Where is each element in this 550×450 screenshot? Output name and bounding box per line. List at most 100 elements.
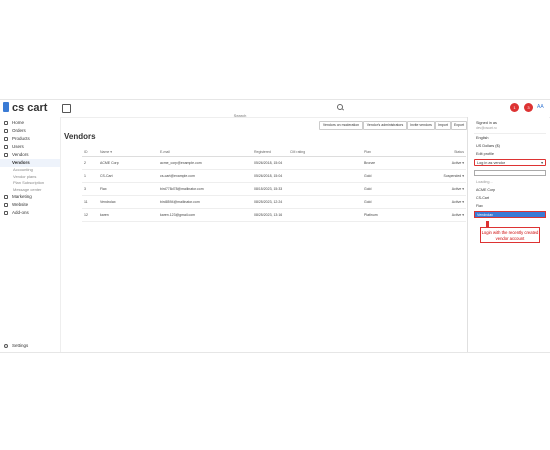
- sidebar-item-vendors[interactable]: Vendors: [0, 151, 60, 159]
- search-bar[interactable]: [145, 104, 345, 120]
- cell-name[interactable]: karen: [98, 208, 158, 222]
- cell-id: 12: [82, 208, 98, 222]
- vendor-option-selected[interactable]: Vendrolax: [474, 211, 546, 218]
- col-header-id[interactable]: ID: [82, 148, 98, 157]
- cell-plan: Platinum: [362, 208, 436, 222]
- cell-registered: 05/26/2018, 15:04: [252, 156, 288, 170]
- vendors-table: ID Name ▾ E-mail Registered CM rating Pl…: [82, 148, 466, 222]
- marketing-icon: [4, 195, 8, 199]
- cell-name[interactable]: Vendrolax: [98, 195, 158, 209]
- search-icon[interactable]: [337, 104, 343, 110]
- signed-in-label: Signed in as: [476, 121, 497, 125]
- cell-registered: 08/25/2023, 13:16: [252, 208, 288, 222]
- cell-email[interactable]: cs-cart@example.com: [158, 169, 252, 183]
- table-row: 1 CS-Cart cs-cart@example.com 05/26/2018…: [82, 169, 466, 183]
- cell-registered: 08/15/2023, 15:33: [252, 182, 288, 196]
- sidebar-item-users[interactable]: Users: [0, 143, 60, 151]
- sidebar: Home Orders Products Users Vendors Vendo…: [0, 117, 61, 352]
- signed-in-email: dev@cscart.ru: [476, 126, 497, 130]
- dropdown-label: Log in as vendor: [477, 161, 506, 165]
- login-as-vendor-dropdown[interactable]: Log in as vendor ▾: [474, 159, 546, 166]
- sidebar-item-label: Home: [12, 120, 25, 125]
- status-dropdown[interactable]: Active ▾: [436, 208, 466, 222]
- cell-name[interactable]: ACME Corp: [98, 156, 158, 170]
- vendor-option[interactable]: CS-Cart: [474, 195, 546, 202]
- currency-selector[interactable]: US Dollars ($): [476, 144, 500, 148]
- sidebar-item-label: Settings: [12, 343, 29, 348]
- cell-id: 3: [82, 182, 98, 196]
- loading-text: Loading...: [476, 180, 493, 184]
- annotation-callout: Login with the recently created vendor a…: [480, 227, 540, 243]
- app-window: cs cart 1 3 AA Home Orders Products User…: [0, 99, 550, 353]
- status-dropdown[interactable]: Active ▾: [436, 182, 466, 196]
- cell-registered: 08/25/2023, 12:24: [252, 195, 288, 209]
- cs-cart-logo[interactable]: cs cart: [3, 102, 47, 114]
- notification-bell-icon[interactable]: 1: [510, 103, 519, 112]
- sidebar-item-addons[interactable]: Add-ons: [0, 209, 60, 217]
- status-dropdown[interactable]: Active ▾: [436, 156, 466, 170]
- sidebar-item-label: Add-ons: [12, 210, 29, 215]
- cell-name[interactable]: Flax: [98, 182, 158, 196]
- sidebar-item-home[interactable]: Home: [0, 119, 60, 127]
- status-dropdown[interactable]: Suspended ▾: [436, 169, 466, 183]
- col-header-plan[interactable]: Plan: [362, 148, 436, 157]
- edit-profile-link[interactable]: Edit profile: [476, 152, 494, 156]
- col-header-status[interactable]: Status: [436, 148, 466, 157]
- cell-email[interactable]: acme_corp@example.com: [158, 156, 252, 170]
- cell-cm-rating: [288, 182, 362, 196]
- top-bar: cs cart 1 3 AA: [0, 100, 550, 120]
- cell-name[interactable]: CS-Cart: [98, 169, 158, 183]
- table-row: 3 Flax bird778d78@mailinator.com 08/15/2…: [82, 182, 466, 196]
- cell-registered: 05/26/2018, 15:04: [252, 169, 288, 183]
- vendors-administrators-button[interactable]: Vendor's administrators: [363, 121, 407, 130]
- website-icon: [4, 203, 8, 207]
- notification-messages-icon[interactable]: 3: [524, 103, 533, 112]
- cell-cm-rating: [288, 169, 362, 183]
- cell-id: 1: [82, 169, 98, 183]
- cell-id: 11: [82, 195, 98, 209]
- cell-id: 2: [82, 156, 98, 170]
- vendor-option[interactable]: ACME Corp: [474, 187, 546, 194]
- orders-icon: [4, 129, 8, 133]
- cell-email[interactable]: bird8594@mailinator.com: [158, 195, 252, 209]
- sidebar-item-label: Products: [12, 136, 30, 141]
- sidebar-item-marketing[interactable]: Marketing: [0, 193, 60, 201]
- page-title: Vendors: [64, 132, 96, 141]
- sidebar-item-settings[interactable]: Settings: [0, 342, 60, 350]
- sidebar-subitem-vendors[interactable]: Vendors: [0, 159, 60, 167]
- sidebar-item-label: Marketing: [12, 194, 32, 199]
- vendors-on-moderation-button[interactable]: Vendors on moderation: [319, 121, 363, 130]
- vendor-search-input[interactable]: [474, 170, 546, 176]
- table-header-row: ID Name ▾ E-mail Registered CM rating Pl…: [82, 148, 466, 157]
- divider: [474, 133, 546, 134]
- sidebar-item-label: Orders: [12, 128, 26, 133]
- col-header-cm-rating: CM rating: [288, 148, 362, 157]
- vendor-option[interactable]: Flax: [474, 203, 546, 210]
- products-icon: [4, 137, 8, 141]
- gear-icon: [4, 344, 8, 348]
- export-button[interactable]: Export: [451, 121, 467, 130]
- avatar[interactable]: AA: [537, 104, 544, 110]
- col-header-registered[interactable]: Registered: [252, 148, 288, 157]
- sidebar-item-orders[interactable]: Orders: [0, 127, 60, 135]
- cell-email[interactable]: karen.123@gmail.com: [158, 208, 252, 222]
- cell-cm-rating: [288, 156, 362, 170]
- language-selector[interactable]: English: [476, 136, 488, 140]
- table-row: 11 Vendrolax bird8594@mailinator.com 08/…: [82, 195, 466, 209]
- vendors-icon: [4, 153, 8, 157]
- cell-plan: Bronze: [362, 156, 436, 170]
- sidebar-item-label: Vendors: [12, 152, 29, 157]
- col-header-email[interactable]: E-mail: [158, 148, 252, 157]
- sidebar-item-label: Website: [12, 202, 29, 207]
- status-dropdown[interactable]: Active ▾: [436, 195, 466, 209]
- cell-email[interactable]: bird778d78@mailinator.com: [158, 182, 252, 196]
- logo-text: cs cart: [12, 102, 48, 114]
- col-header-name[interactable]: Name ▾: [98, 148, 158, 157]
- storefront-icon[interactable]: [62, 104, 71, 113]
- users-icon: [4, 145, 8, 149]
- sidebar-item-products[interactable]: Products: [0, 135, 60, 143]
- cell-plan: Gold: [362, 195, 436, 209]
- invite-vendors-button[interactable]: Invite vendors: [407, 121, 435, 130]
- import-button[interactable]: Import: [435, 121, 451, 130]
- sidebar-item-website[interactable]: Website: [0, 201, 60, 209]
